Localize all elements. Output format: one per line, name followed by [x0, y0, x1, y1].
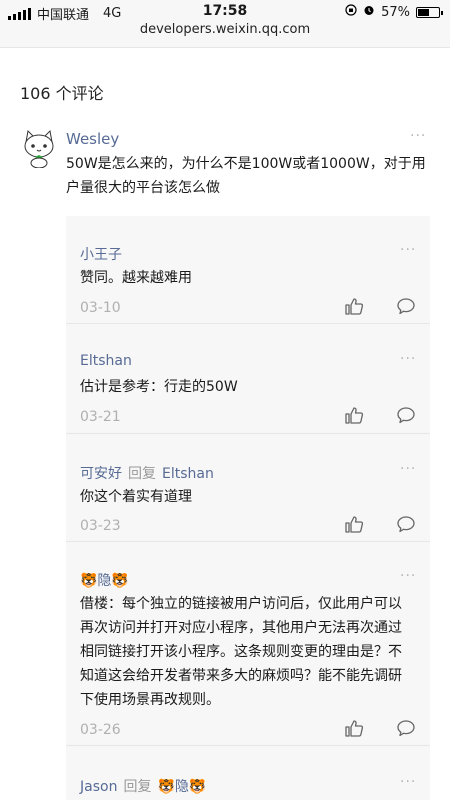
reply-target[interactable]: Eltshan — [162, 466, 214, 482]
reply-author[interactable]: Jason — [80, 779, 117, 795]
reply-item: 🐯隐🐯 ··· 借楼：每个独立的链接被用户访问后，仅此用户可以再次访问并打开对应… — [66, 542, 430, 746]
page-url[interactable]: developers.weixin.qq.com — [0, 22, 450, 37]
comment-bubble-icon[interactable] — [396, 514, 416, 534]
reply-target[interactable]: 🐯隐🐯 — [157, 779, 206, 795]
reply-keyword: 回复 — [123, 779, 152, 795]
thumbs-up-icon[interactable] — [344, 718, 364, 738]
reply-item: 可安好 回复 Eltshan ··· 你这个着实有道理 03-23 — [66, 434, 430, 542]
status-bar: 中国联通 4G 17:58 57% developers.weixin.qq.c… — [0, 0, 450, 48]
alarm-icon — [363, 4, 375, 20]
reply-date: 03-26 — [80, 722, 121, 738]
reply-date: 03-10 — [80, 300, 121, 316]
reply-keyword: 回复 — [128, 466, 156, 482]
reply-date: 03-21 — [80, 409, 121, 425]
battery-percent: 57% — [381, 4, 410, 20]
comment-bubble-icon[interactable] — [396, 405, 416, 425]
thumbs-up-icon[interactable] — [344, 405, 364, 425]
more-dots-icon[interactable]: ··· — [400, 568, 416, 584]
reply-text: 赞同。越来越难用 — [80, 270, 192, 286]
reply-header: 可安好 回复 Eltshan — [80, 463, 214, 483]
battery-icon — [416, 6, 443, 18]
comment-bubble-icon[interactable] — [396, 296, 416, 316]
avatar[interactable] — [20, 128, 58, 169]
reply-item: Jason 回复 🐯隐🐯 ··· — [66, 746, 430, 800]
more-dots-icon[interactable]: ··· — [410, 128, 426, 144]
reply-author[interactable]: 🐯隐🐯 — [80, 570, 129, 590]
reply-date: 03-23 — [80, 518, 121, 534]
reply-text: 你这个着实有道理 — [80, 489, 192, 505]
thumbs-up-icon[interactable] — [344, 514, 364, 534]
reply-text: 借楼：每个独立的链接被用户访问后，仅此用户可以再次访问并打开对应小程序，其他用户… — [80, 596, 402, 708]
comments-count: 106 个评论 — [20, 84, 104, 103]
more-dots-icon[interactable]: ··· — [400, 461, 416, 477]
reply-author[interactable]: Eltshan — [80, 353, 132, 369]
thumbs-up-icon[interactable] — [344, 296, 364, 316]
reply-item: Eltshan ··· 估计是参考：行走的50W 03-21 — [66, 324, 430, 434]
reply-text: 估计是参考：行走的50W — [80, 379, 238, 395]
reply-header: Jason 回复 🐯隐🐯 — [80, 776, 206, 796]
comment-text: 50W是怎么来的，为什么不是100W或者1000W，对于用户量很大的平台该怎么做 — [66, 156, 426, 196]
orientation-lock-icon — [345, 4, 357, 20]
comment-bubble-icon[interactable] — [396, 718, 416, 738]
more-dots-icon[interactable]: ··· — [400, 774, 416, 790]
replies-list: 小王子 ··· 赞同。越来越难用 03-10 Eltshan ··· 估计是参考… — [66, 216, 430, 800]
comment-author[interactable]: Wesley — [66, 130, 119, 148]
reply-item: 小王子 ··· 赞同。越来越难用 03-10 — [66, 216, 430, 324]
status-right: 57% — [345, 4, 443, 20]
reply-author[interactable]: 小王子 — [80, 244, 122, 264]
more-dots-icon[interactable]: ··· — [400, 351, 416, 367]
more-dots-icon[interactable]: ··· — [400, 242, 416, 258]
reply-author[interactable]: 可安好 — [80, 466, 122, 482]
